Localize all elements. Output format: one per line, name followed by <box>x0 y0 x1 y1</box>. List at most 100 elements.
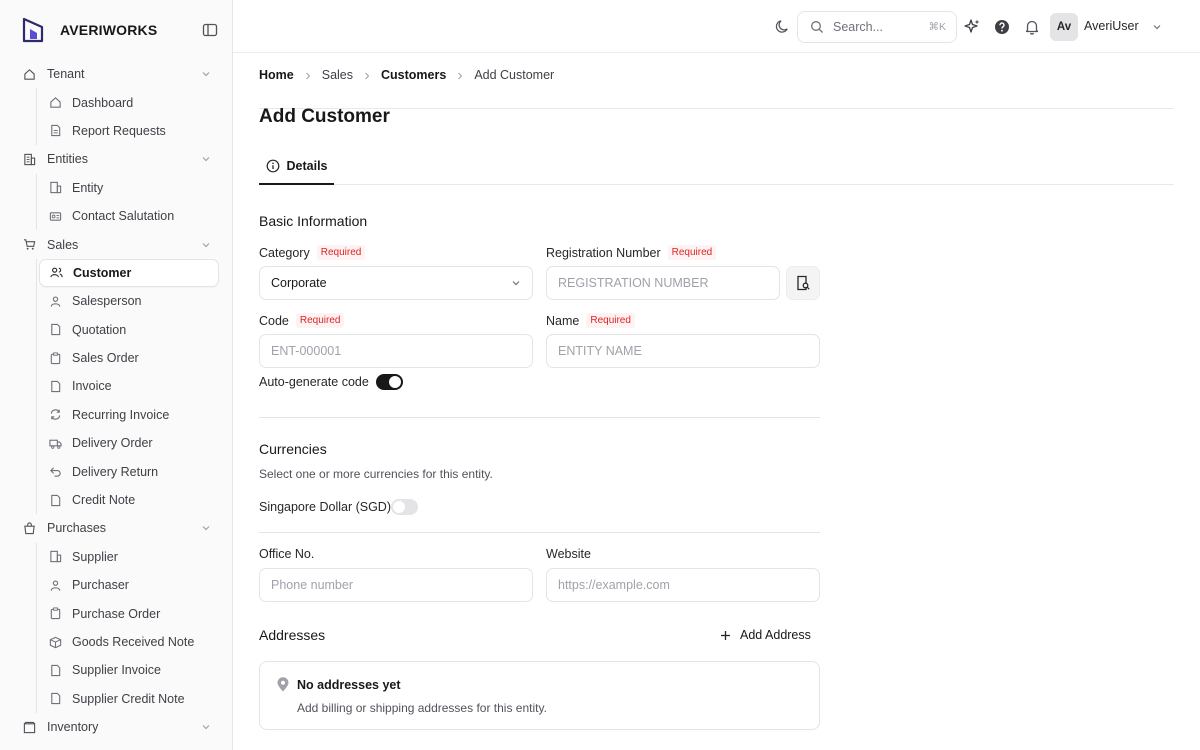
sidebar-group-purchases[interactable]: Purchases <box>0 514 232 542</box>
breadcrumb-customers[interactable]: Customers <box>381 68 446 82</box>
home-icon <box>22 67 36 81</box>
home-icon <box>49 96 62 109</box>
name-label: Name Required <box>546 313 635 328</box>
sparkles-icon[interactable] <box>963 18 981 36</box>
required-badge: Required <box>316 245 366 260</box>
currencies-description: Select one or more currencies for this e… <box>259 467 493 481</box>
office-phone-input[interactable]: Phone number <box>259 568 533 602</box>
breadcrumb-sales[interactable]: Sales <box>322 68 353 82</box>
sidebar-item-label: Goods Received Note <box>72 635 195 649</box>
code-input[interactable]: ENT-000001 <box>259 334 533 368</box>
file-icon <box>49 124 62 137</box>
sidebar-item-credit-note[interactable]: Credit Note <box>39 486 219 514</box>
sidebar-item-supplier-invoice[interactable]: Supplier Invoice <box>39 656 219 684</box>
sidebar-group-tenant[interactable]: Tenant <box>0 60 232 88</box>
sidebar-group-inventory[interactable]: Inventory <box>0 713 232 741</box>
user-name[interactable]: AveriUser <box>1084 19 1139 33</box>
breadcrumb: Home Sales Customers Add Customer <box>259 68 1174 109</box>
clipboard-icon <box>49 352 62 365</box>
sgd-toggle[interactable] <box>391 499 418 515</box>
sidebar-item-label: Supplier <box>72 549 118 564</box>
divider <box>259 417 820 418</box>
sidebar-item-label: Purchaser <box>72 578 129 593</box>
breadcrumb-home[interactable]: Home <box>259 68 294 82</box>
sidebar-item-purchase-order[interactable]: Purchase Order <box>39 599 219 627</box>
sidebar-items-purchases: Supplier Purchaser Purchase Order Goods … <box>36 542 232 713</box>
sidebar-toggle-icon[interactable] <box>202 22 218 38</box>
sidebar-item-label: Supplier Credit Note <box>72 691 185 706</box>
sidebar-item-label: Delivery Return <box>72 464 159 479</box>
registration-number-input[interactable]: REGISTRATION NUMBER <box>546 266 780 300</box>
add-address-button[interactable]: Add Address <box>720 628 811 642</box>
file-icon <box>49 380 62 393</box>
averiworks-logo <box>22 17 44 43</box>
sidebar-item-delivery-return[interactable]: Delivery Return <box>39 457 219 485</box>
users-icon <box>50 266 63 279</box>
bell-icon[interactable] <box>1024 19 1040 35</box>
category-select[interactable]: Corporate <box>259 266 533 300</box>
sidebar-item-label: Contact Salutation <box>72 209 175 224</box>
section-title-basic: Basic Information <box>259 213 368 229</box>
brand: AVERIWORKS <box>22 16 218 44</box>
search-input[interactable]: Search... ⌘K <box>797 11 957 43</box>
sidebar-item-delivery-order[interactable]: Delivery Order <box>39 429 219 457</box>
help-icon[interactable] <box>994 19 1010 35</box>
sidebar-item-label: Delivery Order <box>72 436 153 451</box>
sidebar-item-goods-received-note[interactable]: Goods Received Note <box>39 628 219 656</box>
tab-details[interactable]: Details <box>259 149 334 185</box>
category-label: Category Required <box>259 245 366 260</box>
sidebar-item-contact-salutation[interactable]: Contact Salutation <box>39 202 219 230</box>
sidebar-item-label: Customer <box>73 265 132 280</box>
clipboard-icon <box>49 607 62 620</box>
sidebar-item-entity[interactable]: Entity <box>39 174 219 202</box>
sidebar-item-label: Invoice <box>72 379 112 394</box>
website-input[interactable]: https://example.com <box>546 568 820 602</box>
name-input[interactable]: ENTITY NAME <box>546 334 820 368</box>
search-shortcut: ⌘K <box>928 21 946 33</box>
bag-icon <box>22 521 36 535</box>
sidebar-item-recurring-invoice[interactable]: Recurring Invoice <box>39 401 219 429</box>
chevron-right-icon <box>458 72 463 80</box>
sidebar-item-label: Credit Note <box>72 493 136 508</box>
sidebar: AVERIWORKS Tenant Dashboard Report Reque… <box>0 0 233 750</box>
sidebar-item-dashboard[interactable]: Dashboard <box>39 88 219 116</box>
user-icon <box>49 295 62 308</box>
sidebar-group-entities[interactable]: Entities <box>0 145 232 173</box>
building-icon <box>22 152 36 166</box>
sidebar-item-label: Quotation <box>72 322 127 337</box>
user-icon <box>49 579 62 592</box>
office-label: Office No. <box>259 547 315 561</box>
cart-icon <box>22 238 36 252</box>
section-title-currencies: Currencies <box>259 441 327 457</box>
chevron-down-icon <box>202 242 210 247</box>
info-icon <box>266 159 279 173</box>
sidebar-item-sales-order[interactable]: Sales Order <box>39 344 219 372</box>
sidebar-item-salesperson[interactable]: Salesperson <box>39 287 219 315</box>
sidebar-item-supplier-credit-note[interactable]: Supplier Credit Note <box>39 685 219 713</box>
sidebar-items-entities: Entity Contact Salutation <box>36 173 232 231</box>
office-placeholder: Phone number <box>271 578 354 592</box>
registration-lookup-button[interactable] <box>786 266 820 300</box>
plus-icon <box>721 630 730 640</box>
search-placeholder: Search... <box>833 20 884 34</box>
package-icon <box>49 636 62 649</box>
registration-label-text: Registration Number <box>546 245 661 260</box>
document-search-icon <box>797 275 810 291</box>
moon-icon[interactable] <box>774 18 791 35</box>
sidebar-item-quotation[interactable]: Quotation <box>39 316 219 344</box>
registration-label: Registration Number Required <box>546 245 717 260</box>
sidebar-item-supplier[interactable]: Supplier <box>39 543 219 571</box>
avatar[interactable]: Av <box>1050 13 1078 41</box>
sidebar-item-customer[interactable]: Customer <box>39 258 219 288</box>
auto-generate-toggle[interactable] <box>376 374 403 390</box>
sidebar-item-report-requests[interactable]: Report Requests <box>39 117 219 145</box>
sidebar-item-label: Salesperson <box>72 294 142 309</box>
chevron-down-icon <box>202 157 210 162</box>
sidebar-item-label: Dashboard <box>72 95 134 110</box>
chevron-down-icon[interactable] <box>1152 22 1162 32</box>
sidebar-item-purchaser[interactable]: Purchaser <box>39 571 219 599</box>
sidebar-group-sales[interactable]: Sales <box>0 230 232 258</box>
sidebar-item-label: Report Requests <box>72 123 166 138</box>
sidebar-item-invoice[interactable]: Invoice <box>39 372 219 400</box>
category-value: Corporate <box>271 276 327 290</box>
